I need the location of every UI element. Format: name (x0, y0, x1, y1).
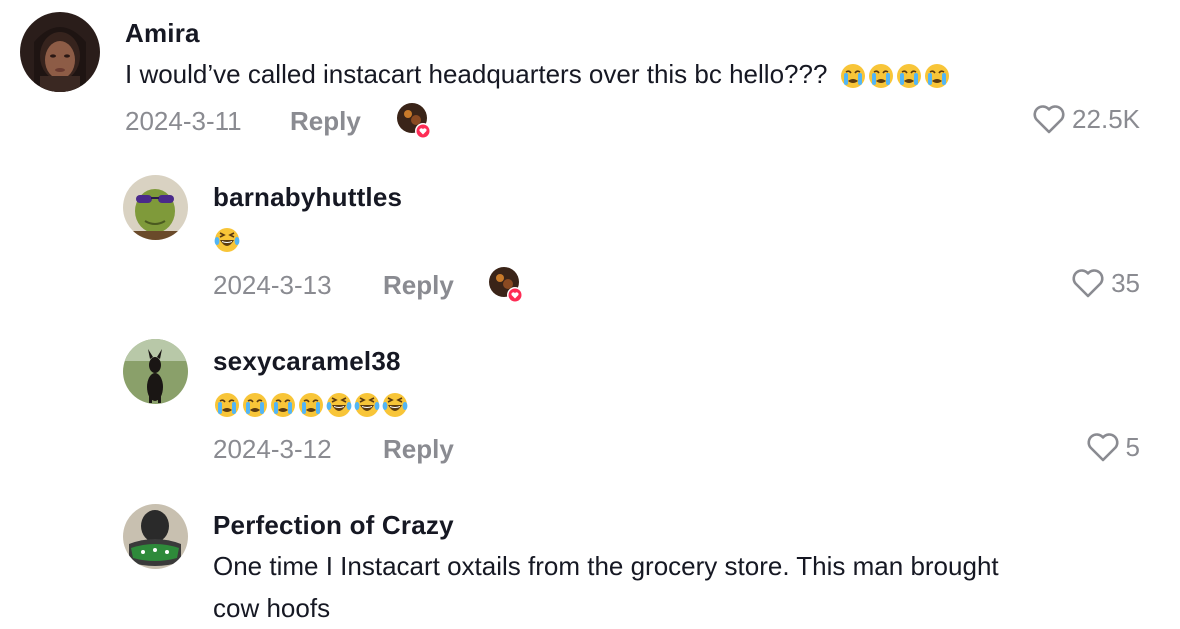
avatar[interactable] (20, 12, 100, 92)
avatar[interactable] (123, 175, 188, 240)
like-button[interactable]: 35 (1071, 267, 1140, 299)
laughing-face-icon (382, 393, 408, 418)
reply-button[interactable]: Reply (383, 270, 454, 301)
comment-text (213, 382, 409, 424)
reply-button[interactable]: Reply (290, 106, 361, 137)
comment-item: sexycaramel38 2024-3-12 Reply 5 (0, 325, 1180, 485)
comment-text (213, 217, 241, 259)
crying-face-icon (896, 64, 921, 89)
comment-username[interactable]: Perfection of Crazy (213, 510, 454, 541)
comment-item: Perfection of Crazy One time I Instacart… (0, 490, 1180, 628)
comment-date: 2024-3-12 (213, 434, 332, 464)
heart-outline-icon (1072, 269, 1104, 298)
comment-item: barnabyhuttles 2024-3-13 Reply 35 (0, 160, 1180, 320)
comment-username[interactable]: barnabyhuttles (213, 182, 402, 213)
heart-outline-icon (1087, 433, 1119, 462)
crying-face-icon (215, 393, 239, 418)
comment-date: 2024-3-13 (213, 270, 332, 300)
heart-outline-icon (1033, 105, 1065, 134)
like-count: 5 (1125, 431, 1140, 462)
laughing-face-icon (214, 228, 240, 253)
crying-face-icon (271, 393, 295, 418)
crying-face-icon (840, 64, 865, 89)
creator-liked-badge (396, 102, 432, 139)
reply-button[interactable]: Reply (383, 434, 454, 465)
avatar[interactable] (123, 504, 188, 569)
comment-username[interactable]: sexycaramel38 (213, 346, 401, 377)
like-button[interactable]: 22.5K (1032, 103, 1140, 135)
laughing-face-icon (354, 393, 380, 418)
comment-username[interactable]: Amira (125, 18, 200, 49)
crying-face-icon (924, 64, 949, 89)
crying-face-icon (243, 393, 267, 418)
comment-text-content: I would’ve called instacart headquarters… (125, 59, 828, 89)
laughing-face-icon (326, 393, 352, 418)
crying-face-icon (299, 393, 323, 418)
like-count: 22.5K (1072, 103, 1140, 134)
comment-item: Amira I would’ve called instacart headqu… (0, 0, 1180, 160)
comment-text: I would’ve called instacart headquarters… (125, 53, 951, 95)
like-button[interactable]: 5 (1086, 431, 1140, 463)
avatar[interactable] (123, 339, 188, 404)
creator-liked-badge (488, 266, 524, 303)
comment-emojis (839, 59, 951, 89)
comment-text-line: cow hoofs (213, 593, 331, 623)
comment-date: 2024-3-11 (125, 106, 242, 136)
like-count: 35 (1111, 267, 1140, 298)
comment-text-line: One time I Instacart oxtails from the gr… (213, 551, 999, 581)
crying-face-icon (868, 64, 893, 89)
